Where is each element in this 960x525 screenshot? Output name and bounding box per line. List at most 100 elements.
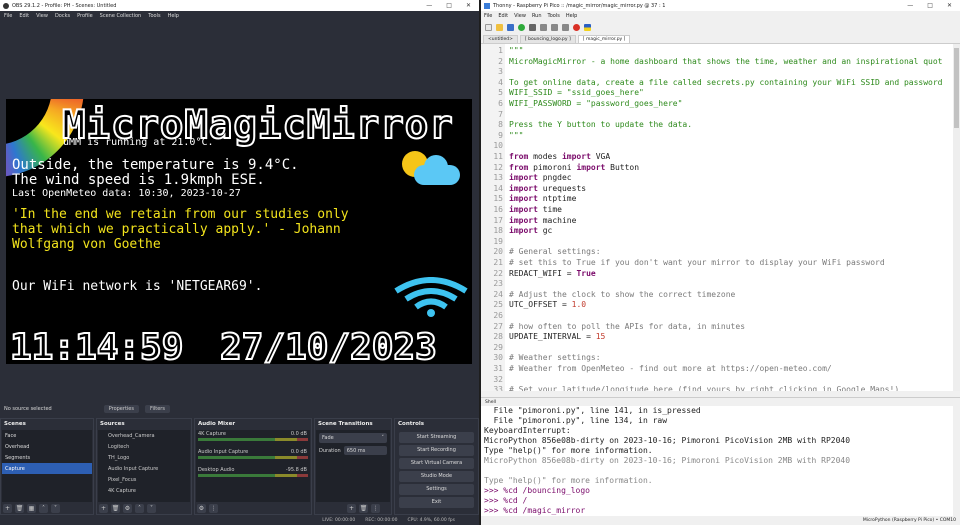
obs-preview-area[interactable]: MicroMagicMirror uMM is running at 21.0°… (0, 21, 479, 402)
code-line[interactable]: 20 # General settings: (481, 247, 953, 258)
code-line[interactable]: 1 """ (481, 46, 953, 57)
shell-panel[interactable]: File "pimoroni.py", line 141, in is_pres… (481, 406, 953, 516)
menu-file[interactable]: File (4, 13, 12, 19)
code-line[interactable]: 6 WIFI_PASSWORD = "password_goes_here" (481, 99, 953, 110)
code-line[interactable]: 22 REDACT_WIFI = True (481, 269, 953, 280)
source-item[interactable]: Logitech (98, 441, 190, 452)
add-transition-button[interactable]: + (347, 504, 356, 513)
minimize-icon[interactable]: — (907, 2, 913, 9)
code-line[interactable]: 18 import gc (481, 226, 953, 237)
minimize-icon[interactable]: — (426, 2, 432, 9)
scrollbar-thumb[interactable] (954, 48, 959, 128)
code-line[interactable]: 29 (481, 343, 953, 354)
source-item[interactable]: Overhead_Camera (98, 430, 190, 441)
remove-scene-button[interactable]: 🗑 (15, 504, 24, 513)
menu-file[interactable]: File (484, 13, 492, 19)
source-item[interactable]: 4K Capture (98, 485, 190, 496)
volume-meter[interactable] (198, 474, 308, 477)
code-line[interactable]: 2 MicroMagicMirror - a home dashboard tha… (481, 57, 953, 68)
code-line[interactable]: 3 (481, 67, 953, 78)
code-line[interactable]: 19 (481, 237, 953, 248)
preview-canvas[interactable]: MicroMagicMirror uMM is running at 21.0°… (6, 99, 472, 364)
settings-button[interactable]: Settings (399, 484, 474, 495)
debug-icon[interactable] (529, 24, 536, 31)
step-out-icon[interactable] (562, 24, 569, 31)
mixer-settings-icon[interactable]: ⚙ (197, 504, 206, 513)
menu-edit[interactable]: Edit (498, 13, 508, 19)
code-line[interactable]: 17 import machine (481, 216, 953, 227)
scene-item-face[interactable]: Face (2, 430, 92, 441)
start-recording-button[interactable]: Start Recording (399, 445, 474, 456)
open-file-icon[interactable] (496, 24, 503, 31)
code-line[interactable]: 30 # Weather settings: (481, 353, 953, 364)
save-icon[interactable] (507, 24, 514, 31)
code-line[interactable]: 28 UPDATE_INTERVAL = 15 (481, 332, 953, 343)
code-line[interactable]: 13 import pngdec (481, 173, 953, 184)
source-item[interactable]: Pixel_Focus (98, 474, 190, 485)
start-virtual-camera-button[interactable]: Start Virtual Camera (399, 458, 474, 469)
code-line[interactable]: 32 (481, 375, 953, 386)
remove-transition-button[interactable]: 🗑 (359, 504, 368, 513)
code-line[interactable]: 7 (481, 110, 953, 121)
step-into-icon[interactable] (551, 24, 558, 31)
volume-meter[interactable] (198, 438, 308, 441)
code-line[interactable]: 14 import urequests (481, 184, 953, 195)
code-line[interactable]: 26 (481, 311, 953, 322)
tab-untitled[interactable]: <untitled> (483, 35, 518, 43)
source-up-button[interactable]: ˄ (135, 504, 144, 513)
code-line[interactable]: 23 (481, 279, 953, 290)
transition-menu-icon[interactable]: ⋮ (371, 504, 380, 513)
menu-view[interactable]: View (514, 13, 526, 19)
menu-tools[interactable]: Tools (148, 13, 160, 19)
menu-view[interactable]: View (36, 13, 48, 19)
exit-button[interactable]: Exit (399, 497, 474, 508)
remove-source-button[interactable]: 🗑 (111, 504, 120, 513)
code-line[interactable]: 4 To get online data, create a file calle… (481, 78, 953, 89)
interpreter-status[interactable]: MicroPython (Raspberry Pi Pico) • COM10 (481, 516, 960, 525)
close-icon[interactable]: ✕ (947, 2, 952, 9)
maximize-icon[interactable]: □ (927, 2, 933, 9)
code-line[interactable]: 21 # set this to True if you don't want y… (481, 258, 953, 269)
scene-filters-button[interactable]: ▦ (27, 504, 36, 513)
scene-item-overhead[interactable]: Overhead (2, 441, 92, 452)
maximize-icon[interactable]: □ (446, 2, 452, 9)
code-line[interactable]: 16 import time (481, 205, 953, 216)
code-line[interactable]: 27 # how often to poll the APIs for data,… (481, 322, 953, 333)
code-line[interactable]: 25 UTC_OFFSET = 1.0 (481, 300, 953, 311)
add-scene-button[interactable]: + (3, 504, 12, 513)
code-line[interactable]: 8 Press the Y button to update the data. (481, 120, 953, 131)
scene-down-button[interactable]: ˅ (51, 504, 60, 513)
code-editor[interactable]: 1 """ 2 MicroMagicMirror - a home dashboard… (481, 44, 953, 391)
code-line[interactable]: 24 # Adjust the clock to show the correct… (481, 290, 953, 301)
menu-tools[interactable]: Tools (548, 13, 560, 19)
code-line[interactable]: 10 (481, 141, 953, 152)
menu-help[interactable]: Help (566, 13, 577, 19)
duration-input[interactable]: 650 ms (343, 446, 387, 455)
transition-select[interactable]: Fade ˅ (319, 433, 387, 443)
menu-edit[interactable]: Edit (19, 13, 29, 19)
source-down-button[interactable]: ˅ (147, 504, 156, 513)
code-line[interactable]: 12 from pimoroni import Button (481, 163, 953, 174)
source-item[interactable]: TH_Logo (98, 452, 190, 463)
source-item[interactable]: Audio Input Capture (98, 463, 190, 474)
close-icon[interactable]: ✕ (466, 2, 471, 9)
code-line[interactable]: 33 # Set your latitude/longitude here (fi… (481, 385, 953, 391)
editor-scrollbar[interactable] (953, 44, 960, 391)
code-line[interactable]: 31 # Weather from OpenMeteo - find out mo… (481, 364, 953, 375)
tab-magic-mirror[interactable]: [ magic_mirror.py ] (577, 35, 631, 43)
new-file-icon[interactable] (485, 24, 492, 31)
menu-docks[interactable]: Docks (55, 13, 70, 19)
volume-meter[interactable] (198, 456, 308, 459)
scene-item-capture[interactable]: Capture (2, 463, 92, 474)
tab-bouncing-logo[interactable]: [ bouncing_logo.py ] (519, 35, 576, 43)
code-line[interactable]: 9 """ (481, 131, 953, 142)
menu-profile[interactable]: Profile (77, 13, 93, 19)
menu-run[interactable]: Run (532, 13, 542, 19)
mixer-menu-icon[interactable]: ⋮ (209, 504, 218, 513)
source-settings-button[interactable]: ⚙ (123, 504, 132, 513)
add-source-button[interactable]: + (99, 504, 108, 513)
stop-icon[interactable] (573, 24, 580, 31)
step-over-icon[interactable] (540, 24, 547, 31)
menu-help[interactable]: Help (168, 13, 179, 19)
run-icon[interactable] (518, 24, 525, 31)
